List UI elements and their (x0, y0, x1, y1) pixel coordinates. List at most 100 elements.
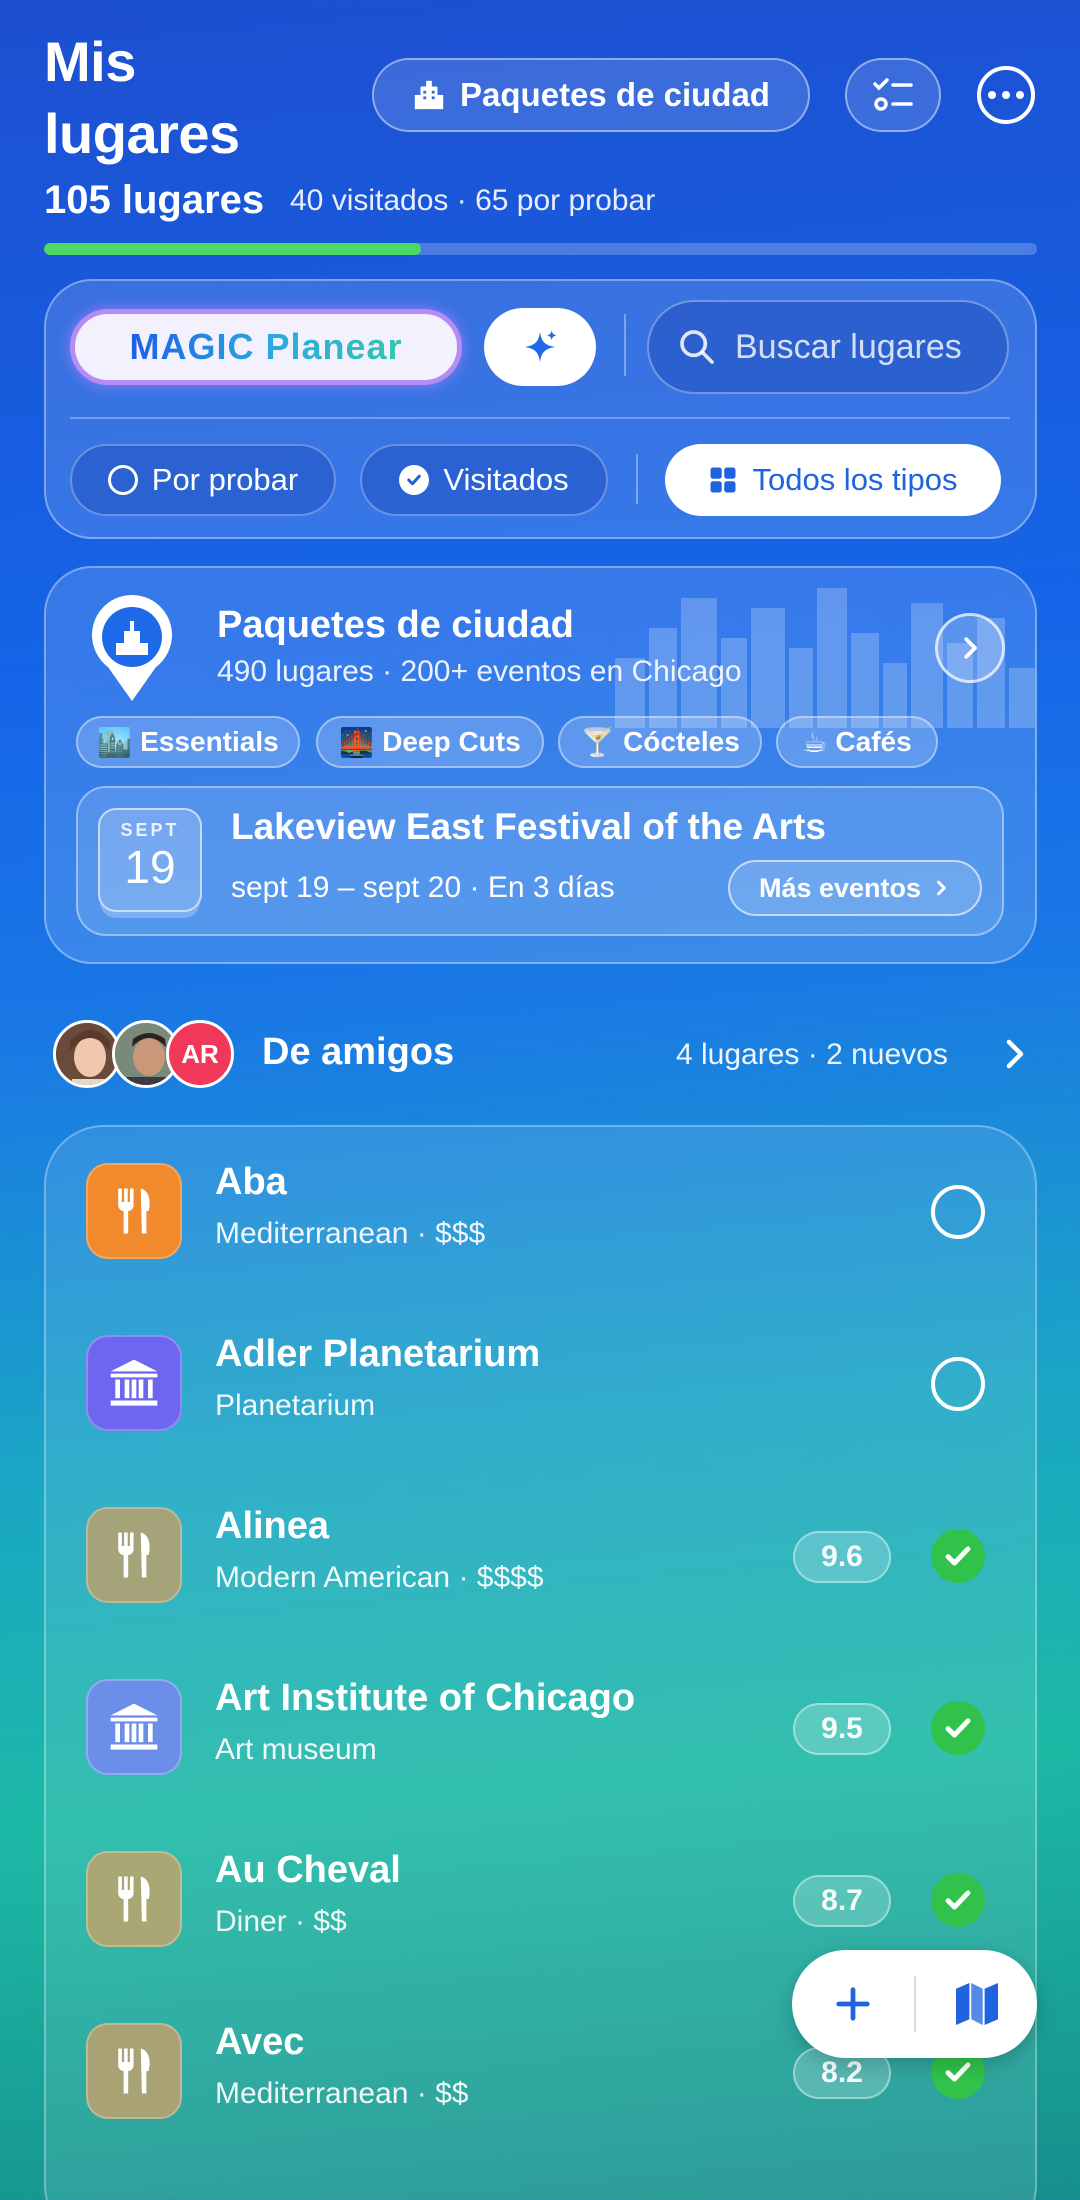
chevron-right-icon (1006, 1039, 1024, 1069)
tag-label: Cafés (835, 726, 912, 757)
fork-knife-icon (86, 2023, 182, 2119)
visited-toggle[interactable] (931, 1357, 985, 1411)
search-icon (680, 330, 714, 364)
list-item[interactable]: Alinea Modern American · $$$$ 9.6 (44, 1469, 1037, 1641)
search-placeholder: Buscar lugares (735, 327, 962, 366)
coffee-icon: ☕ (802, 726, 828, 758)
tag-cafes[interactable]: ☕ Cafés (776, 716, 938, 768)
fork-knife-icon (86, 1163, 182, 1259)
visited-toggle[interactable] (931, 1185, 985, 1239)
place-name: Avec (215, 2021, 305, 2063)
check-circle-icon (399, 465, 430, 495)
checklist-button[interactable] (845, 58, 941, 132)
fork-knife-icon (86, 1851, 182, 1947)
checkmark-icon (945, 1546, 971, 1566)
sparkle-icon (525, 330, 557, 362)
floating-action-bar (792, 1950, 1037, 2058)
visited-toggle[interactable] (931, 1529, 985, 1583)
score-badge: 8.7 (793, 1875, 891, 1927)
friends-title: De amigos (262, 1031, 455, 1073)
filter-to-try[interactable]: Por probar (70, 444, 336, 516)
tag-cocktails[interactable]: 🍸 Cócteles (558, 716, 762, 768)
visited-toggle[interactable] (931, 1873, 985, 1927)
chevron-right-icon (964, 637, 977, 659)
score-badge: 9.5 (793, 1703, 891, 1755)
magic-plan-button[interactable]: MAGIC Planear (70, 309, 462, 385)
calendar-date-badge: SEPT 19 (98, 808, 202, 912)
search-input[interactable]: Buscar lugares (647, 300, 1009, 394)
circle-icon (107, 465, 138, 495)
page-title: Mis lugares (44, 30, 240, 165)
friends-summary: 4 lugares · 2 nuevos (676, 1038, 948, 1071)
museum-icon (86, 1335, 182, 1431)
map-icon (955, 1983, 998, 2025)
plus-icon (836, 1987, 870, 2021)
museum-icon (86, 1679, 182, 1775)
cocktail-icon: 🍸 (580, 726, 616, 758)
more-options-button[interactable] (977, 66, 1035, 124)
city-packs-label: Paquetes de ciudad (460, 76, 770, 113)
divider (70, 417, 1010, 419)
checkmark-icon (945, 1890, 971, 1910)
divider (636, 454, 638, 504)
city-pack-subtitle: 490 lugares · 200+ eventos en Chicago (217, 655, 742, 688)
friend-avatar-initials: AR (166, 1020, 234, 1088)
chevron-right-icon (937, 880, 946, 896)
place-name: Au Cheval (215, 1849, 401, 1891)
place-detail: Mediterranean · $$ (215, 2077, 469, 2110)
place-name: Adler Planetarium (215, 1333, 541, 1375)
tag-label: Deep Cuts (382, 726, 521, 757)
score-badge: 9.6 (793, 1531, 891, 1583)
friend-avatar (53, 1020, 121, 1088)
city-pack-title: Paquetes de ciudad (217, 604, 574, 646)
place-name: Alinea (215, 1505, 330, 1547)
ai-sparkle-button[interactable] (484, 308, 596, 386)
visited-progress-bar (44, 243, 1037, 255)
divider (624, 314, 626, 376)
event-month: SEPT (120, 820, 180, 840)
tag-label: Essentials (140, 726, 279, 757)
progress-fill (44, 243, 422, 255)
event-day: 19 (124, 841, 176, 893)
places-count: 105 lugares (44, 178, 265, 222)
filter-all-types[interactable]: Todos los tipos (665, 444, 1001, 516)
filter-visited[interactable]: Visitados (360, 444, 608, 516)
list-item[interactable]: Art Institute of Chicago Art museum 9.5 (44, 1641, 1037, 1813)
filter-to-try-label: Por probar (151, 462, 299, 497)
filter-visited-label: Visitados (443, 462, 569, 497)
tag-essentials[interactable]: 🏙️ Essentials (76, 716, 300, 768)
visited-toggle[interactable] (931, 1701, 985, 1755)
filter-all-types-label: Todos los tipos (752, 462, 958, 497)
checklist-icon (873, 78, 913, 111)
friends-open-button[interactable] (1000, 1036, 1030, 1077)
building-icon (414, 80, 444, 110)
magic-plan-label: MAGIC Planear (129, 326, 403, 367)
fork-knife-icon (86, 1507, 182, 1603)
place-name: Art Institute of Chicago (215, 1677, 636, 1719)
more-events-label: Más eventos (758, 872, 922, 903)
city-pin-icon (88, 593, 176, 703)
grid-icon (710, 467, 736, 493)
city-pack-open-button[interactable] (935, 613, 1005, 683)
more-events-button[interactable]: Más eventos (728, 860, 982, 916)
tag-deep-cuts[interactable]: 🌉 Deep Cuts (316, 716, 544, 768)
add-place-button[interactable] (792, 1950, 914, 2058)
list-item[interactable]: Adler Planetarium Planetarium (44, 1297, 1037, 1469)
place-detail: Diner · $$ (215, 1905, 347, 1938)
places-count-detail: 40 visitados · 65 por probar (290, 184, 656, 217)
event-title: Lakeview East Festival of the Arts (231, 806, 826, 847)
tag-label: Cócteles (623, 726, 740, 757)
place-detail: Mediterranean · $$$ (215, 1217, 486, 1250)
checkmark-icon (945, 2062, 971, 2082)
place-detail: Modern American · $$$$ (215, 1561, 544, 1594)
map-button[interactable] (916, 1950, 1037, 2058)
cityscape-icon: 🏙️ (97, 726, 133, 758)
place-detail: Art museum (215, 1733, 377, 1766)
event-dates: sept 19 – sept 20 · En 3 días (231, 871, 615, 904)
city-packs-button[interactable]: Paquetes de ciudad (372, 58, 810, 132)
bridge-icon: 🌉 (339, 726, 375, 758)
list-item[interactable]: Aba Mediterranean · $$$ (44, 1125, 1037, 1297)
checkmark-icon (945, 1718, 971, 1738)
place-detail: Planetarium (215, 1389, 376, 1422)
more-icon (988, 91, 1024, 99)
